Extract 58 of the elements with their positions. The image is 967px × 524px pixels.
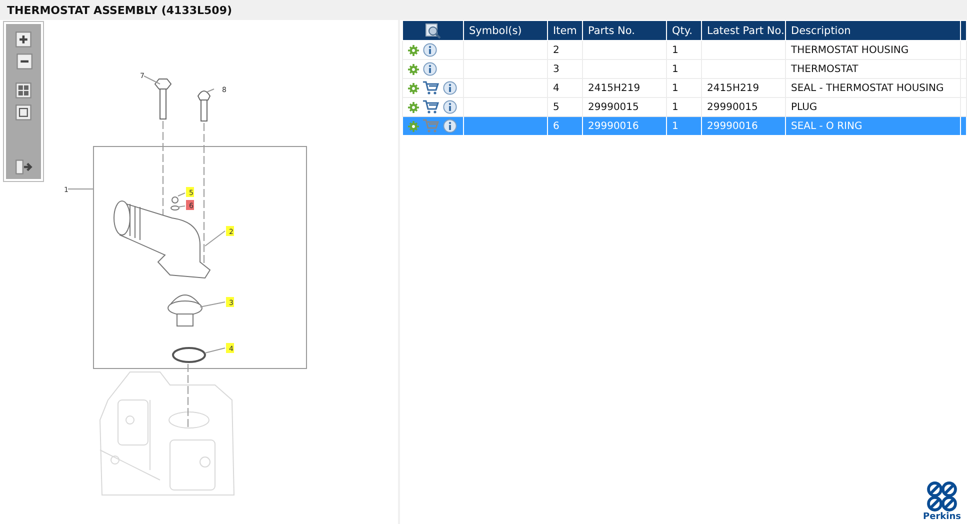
table-cell: 1 bbox=[666, 60, 702, 78]
table-cell: 29990016 bbox=[582, 116, 666, 136]
leader-line bbox=[204, 230, 226, 246]
column-header[interactable]: Symbol(s) bbox=[464, 20, 548, 40]
gear-icon[interactable] bbox=[408, 102, 419, 112]
info-icon[interactable] bbox=[443, 100, 457, 114]
table-cell: 2415H219 bbox=[702, 78, 786, 98]
info-icon[interactable] bbox=[423, 62, 437, 76]
table-cell: 29990016 bbox=[702, 116, 786, 136]
leader-line bbox=[178, 206, 186, 208]
table-cell: 1 bbox=[666, 78, 702, 98]
table-cell: THERMOSTAT HOUSING bbox=[786, 40, 960, 60]
column-header[interactable]: Description bbox=[786, 20, 960, 40]
zoom-in-icon[interactable] bbox=[14, 31, 32, 49]
cart-icon[interactable] bbox=[423, 100, 439, 114]
column-header[interactable]: Parts No. bbox=[582, 20, 666, 40]
leader-line bbox=[200, 302, 226, 308]
o-ring-drawing bbox=[172, 347, 206, 363]
table-cell: 2415H219 bbox=[582, 78, 666, 98]
column-header[interactable]: Qty. bbox=[666, 20, 702, 40]
info-icon[interactable] bbox=[443, 81, 457, 95]
table-cell: 4 bbox=[548, 78, 582, 98]
fit-icon[interactable] bbox=[14, 104, 32, 122]
gear-icon[interactable] bbox=[408, 64, 419, 74]
info-icon[interactable] bbox=[443, 119, 457, 133]
column-header[interactable]: Latest Part No. bbox=[702, 20, 786, 40]
table-cell: 6 bbox=[548, 116, 582, 136]
leader-line bbox=[204, 348, 226, 354]
bolt-drawing bbox=[154, 78, 172, 120]
thermostat-drawing bbox=[168, 294, 202, 326]
parts-row[interactable]: 3 1 THERMOSTAT bbox=[402, 60, 966, 78]
table-cell: 2 bbox=[548, 40, 582, 60]
grid-icon[interactable] bbox=[14, 82, 32, 100]
table-cell: SEAL - O RING bbox=[786, 116, 960, 136]
logo-icon bbox=[924, 481, 960, 512]
table-cell: 3 bbox=[548, 60, 582, 78]
leader-line bbox=[144, 76, 160, 84]
bolt-drawing bbox=[198, 90, 210, 122]
export-icon[interactable] bbox=[14, 158, 32, 176]
gear-icon[interactable] bbox=[408, 44, 419, 56]
page-title: THERMOSTAT ASSEMBLY (4133L509) bbox=[7, 4, 232, 16]
cart-icon[interactable] bbox=[423, 81, 439, 95]
table-cell: SEAL - THERMOSTAT HOUSING bbox=[786, 78, 960, 98]
parts-row[interactable]: 2 1 THERMOSTAT HOUSING bbox=[402, 40, 966, 60]
search-icon[interactable] bbox=[425, 22, 441, 38]
table-cell: THERMOSTAT bbox=[786, 60, 960, 78]
leader-line bbox=[68, 188, 94, 190]
logo-text: Perkins bbox=[923, 512, 961, 522]
leader-line bbox=[206, 88, 214, 92]
gear-icon[interactable] bbox=[408, 82, 419, 94]
leader-line bbox=[178, 192, 186, 196]
gear-icon[interactable] bbox=[408, 120, 419, 132]
parts-row[interactable]: 4 2415H219 1 2415H219 SEAL - THERMOSTAT HOUSING bbox=[402, 78, 966, 98]
table-cell: 1 bbox=[666, 116, 702, 136]
column-header[interactable]: Item bbox=[548, 20, 582, 40]
info-icon[interactable] bbox=[423, 43, 437, 57]
zoom-out-icon[interactable] bbox=[14, 53, 32, 71]
table-cell: 1 bbox=[666, 40, 702, 60]
